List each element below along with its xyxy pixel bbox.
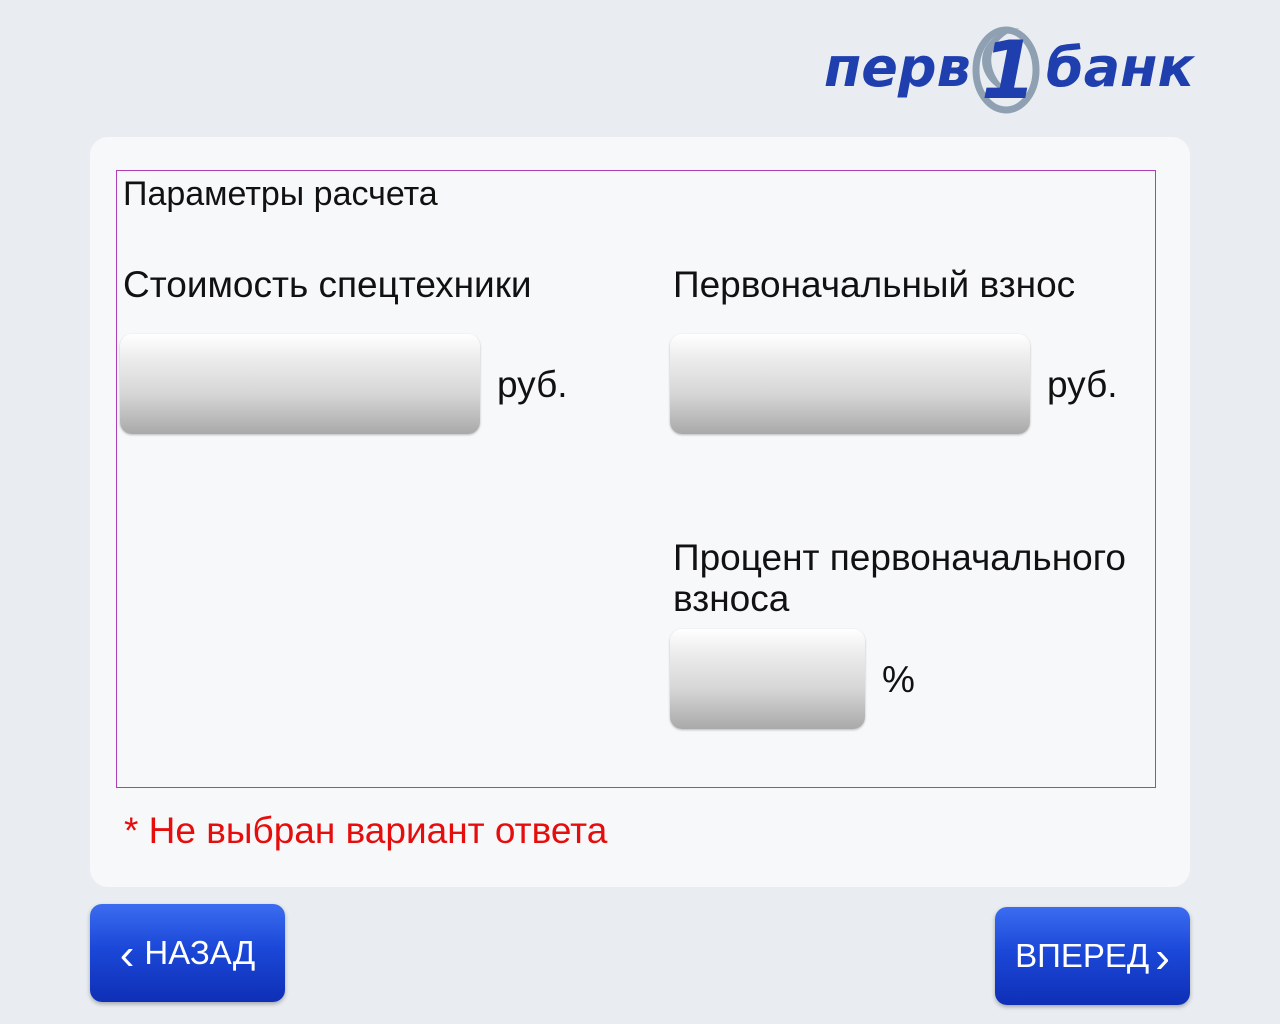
- logo-digit: 1: [981, 24, 1037, 117]
- equipment-cost-unit: руб.: [497, 364, 568, 405]
- section-title: Параметры расчета: [123, 175, 438, 213]
- bank-logo: перв 1 банк: [820, 18, 1200, 118]
- forward-button-label: ВПЕРЕД: [1015, 937, 1150, 974]
- chevron-right-icon: ›: [1155, 933, 1170, 982]
- down-payment-unit: руб.: [1047, 364, 1118, 405]
- equipment-cost-label: Стоимость спецтехники: [123, 264, 532, 305]
- back-button-label: НАЗАД: [144, 934, 256, 971]
- down-payment-label: Первоначальный взнос: [673, 264, 1076, 305]
- logo-text-left: перв: [824, 36, 971, 99]
- down-payment-input[interactable]: [670, 334, 1030, 434]
- forward-button[interactable]: ВПЕРЕД ›: [995, 907, 1190, 1005]
- logo-emblem-icon: 1: [972, 24, 1040, 117]
- chevron-left-icon: ‹: [119, 930, 135, 979]
- validation-error-message: * Не выбран вариант ответа: [124, 810, 608, 851]
- parameters-frame: [116, 170, 1156, 788]
- down-payment-percent-input[interactable]: [670, 629, 865, 729]
- equipment-cost-input[interactable]: [120, 334, 480, 434]
- back-button[interactable]: ‹ НАЗАД: [90, 904, 285, 1002]
- down-payment-percent-unit: %: [882, 659, 915, 700]
- down-payment-percent-label: Процент первоначального взноса: [673, 537, 1126, 619]
- logo-text-right: банк: [1046, 36, 1195, 99]
